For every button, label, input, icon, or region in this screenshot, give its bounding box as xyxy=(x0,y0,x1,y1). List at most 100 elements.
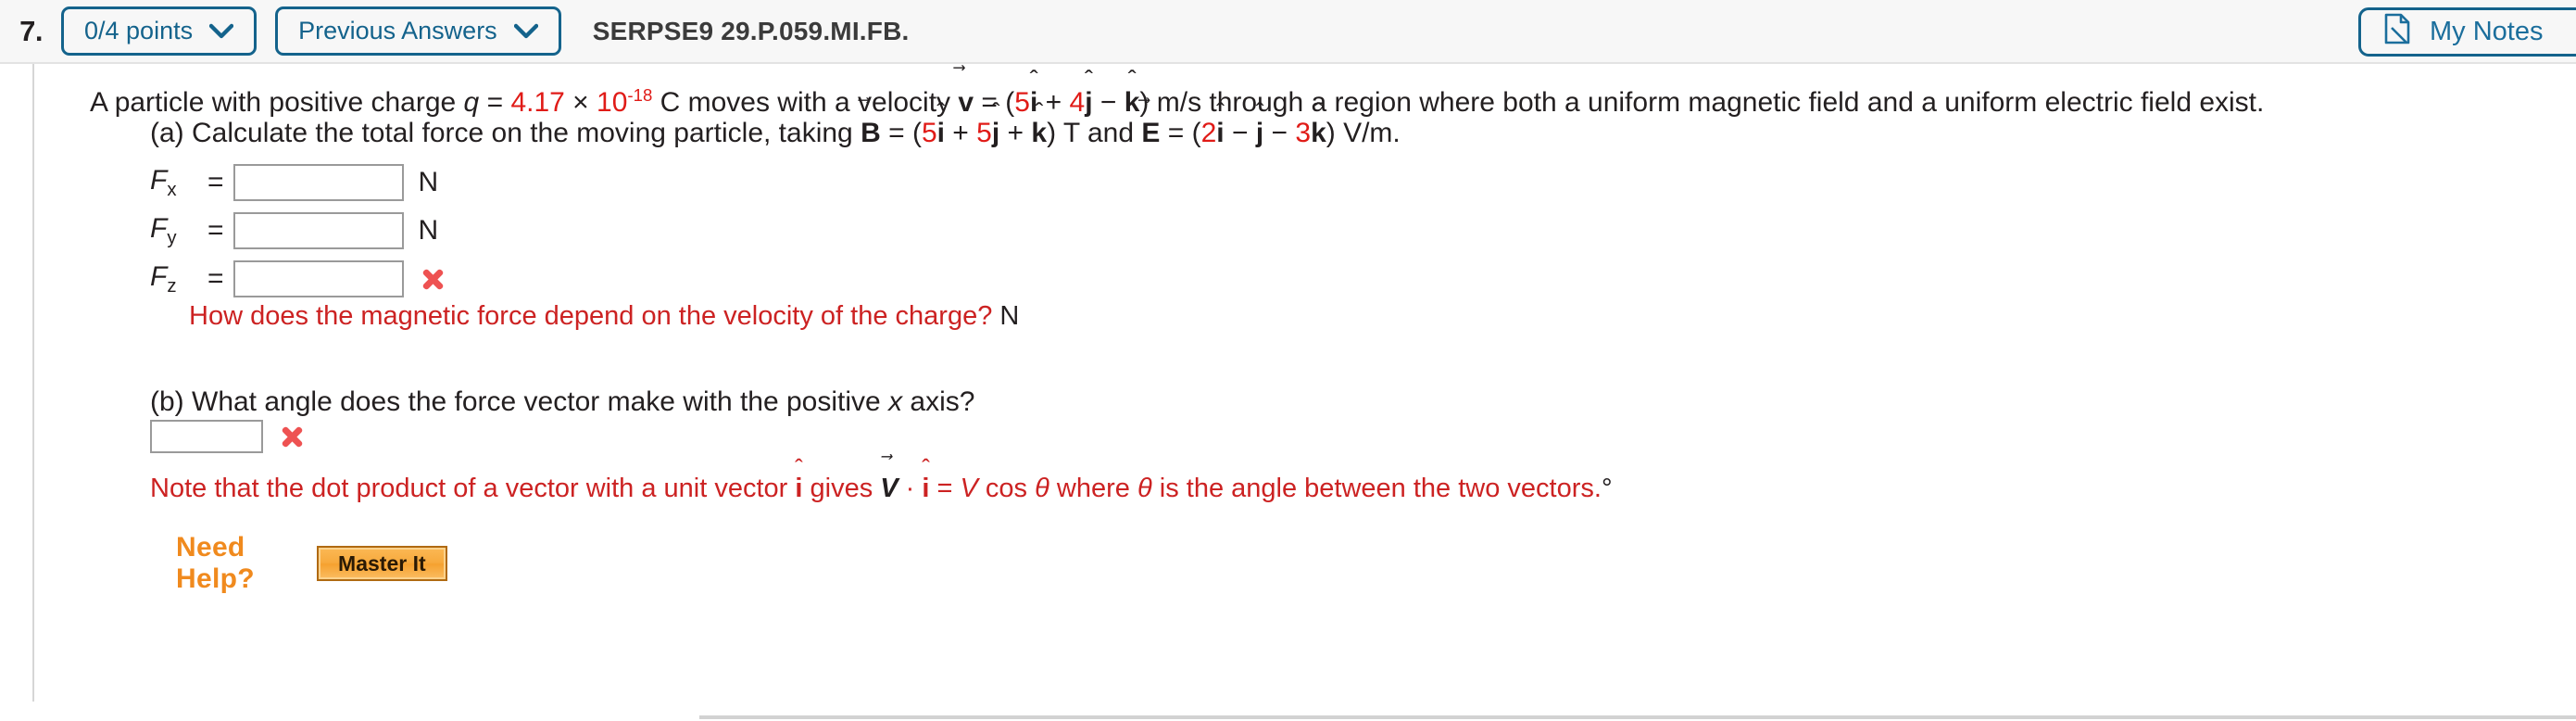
velocity-j-coefficient: 4 xyxy=(1069,87,1086,118)
master-it-button[interactable]: Master It xyxy=(316,546,447,581)
bottom-divider xyxy=(699,715,2576,719)
j-letter: j xyxy=(991,118,1000,148)
velocity-letter: v xyxy=(958,87,974,118)
part-b-note-theta-2: θ xyxy=(1137,474,1152,503)
fy-input[interactable] xyxy=(232,212,404,249)
part-a-question: (a) Calculate the total force on the mov… xyxy=(150,118,1401,149)
answer-row-angle xyxy=(150,420,306,453)
k-hat-icon: ̂k xyxy=(1125,85,1140,120)
fy-equals: = xyxy=(207,215,224,246)
answer-row-fz: Fz = xyxy=(150,260,446,297)
i-letter: i xyxy=(936,118,945,148)
points-dropdown-button[interactable]: 0/4 points xyxy=(61,6,258,56)
fy-unit: N xyxy=(418,215,439,246)
question-number: 7. xyxy=(19,14,43,47)
velocity-minus: − xyxy=(1092,87,1125,118)
stem-equals-1: = xyxy=(479,87,511,118)
fz-equals: = xyxy=(207,263,224,294)
stem-equals-2: = ( xyxy=(974,87,1015,118)
force-subscript: z xyxy=(167,275,177,297)
i-hat-icon: ̂i xyxy=(1030,85,1037,120)
magnetic-field-vector-symbol: ⃗B xyxy=(861,118,881,149)
part-b-note-equals: = xyxy=(929,474,961,503)
velocity-vector-symbol: ⃗v xyxy=(958,85,974,120)
note-page-icon xyxy=(2383,13,2411,52)
chevron-down-icon xyxy=(513,23,538,40)
E-tail-text: ) V/m. xyxy=(1326,118,1401,148)
stem-text-2: C moves with a velocity xyxy=(652,87,959,118)
E-i-coefficient: 2 xyxy=(1200,118,1217,148)
E-letter: E xyxy=(1141,118,1161,148)
i-hat-icon: ̂i xyxy=(937,118,945,149)
fx-input[interactable] xyxy=(232,164,404,201)
points-label: 0/4 points xyxy=(84,17,194,44)
part-a-feedback: How does the magnetic force depend on th… xyxy=(189,301,1019,332)
my-notes-label: My Notes xyxy=(2430,17,2544,46)
my-notes-button[interactable]: My Notes xyxy=(2358,7,2576,57)
k-hat-icon: ̂k xyxy=(1311,118,1326,149)
fy-label: Fy xyxy=(150,213,207,249)
part-b-label-post: axis? xyxy=(902,386,975,417)
charge-base: 10 xyxy=(597,87,628,118)
j-letter: j xyxy=(1255,118,1264,148)
part-b-note-V-magnitude: V xyxy=(960,474,978,503)
E-minus-2: − xyxy=(1263,118,1296,148)
i-hat-icon: ̂i xyxy=(1216,118,1224,149)
j-hat-icon: ̂j xyxy=(1256,118,1263,149)
fz-input[interactable] xyxy=(232,260,404,297)
question-header: 7. 0/4 points Previous Answers SERPSE9 2… xyxy=(0,0,2576,64)
incorrect-x-icon xyxy=(419,265,446,293)
force-letter: F xyxy=(150,212,168,244)
stem-text-1: A particle with positive charge xyxy=(90,87,464,118)
part-b-note-theta: θ xyxy=(1035,474,1049,503)
need-help-section: Need Help? Master It xyxy=(176,532,447,595)
E-k-coefficient: 3 xyxy=(1295,118,1312,148)
charge-mantissa: 4.17 xyxy=(510,87,565,118)
stem-text-3: ) m/s through a region where both a unif… xyxy=(1139,87,2265,118)
j-hat-icon: ̂j xyxy=(1085,85,1092,120)
part-b-note-tail: is the angle between the two vectors. xyxy=(1151,474,1602,503)
force-subscript: y xyxy=(167,227,177,248)
charge-variable: q xyxy=(463,87,480,118)
need-help-label: Need Help? xyxy=(176,532,255,594)
k-hat-icon: ̂k xyxy=(1031,118,1047,149)
part-a-equals-B: = ( xyxy=(880,118,922,148)
k-letter: k xyxy=(1031,118,1048,148)
part-b-axis-variable: x xyxy=(888,386,903,417)
B-j-coefficient: 5 xyxy=(976,118,992,148)
i-letter: i xyxy=(1029,87,1038,118)
fx-unit: N xyxy=(418,167,439,197)
B-tail-text: ) T and xyxy=(1047,118,1142,148)
velocity-plus: + xyxy=(1037,87,1070,118)
B-i-coefficient: 5 xyxy=(921,118,937,148)
V-vector-symbol: ⃗V xyxy=(880,474,898,504)
i-hat-icon: ̂i xyxy=(922,474,929,504)
part-a-label: (a) Calculate the total force on the mov… xyxy=(150,118,861,148)
question-body: A particle with positive charge q = 4.17… xyxy=(32,64,2576,702)
part-a-feedback-unit: N xyxy=(992,301,1020,331)
fx-equals: = xyxy=(207,167,224,197)
k-letter: k xyxy=(1311,118,1326,148)
part-b-feedback: Note that the dot product of a vector wi… xyxy=(150,474,1613,504)
degree-unit: ° xyxy=(1601,474,1613,503)
part-b-note-cos: cos xyxy=(977,474,1036,503)
incorrect-x-icon xyxy=(278,423,306,450)
j-letter: j xyxy=(1085,87,1093,118)
previous-answers-dropdown-button[interactable]: Previous Answers xyxy=(275,6,561,56)
force-letter: F xyxy=(150,260,168,292)
i-hat-icon: ̂i xyxy=(795,474,802,504)
part-b-note-dot: · xyxy=(898,474,923,503)
V-letter: V xyxy=(880,474,898,503)
B-plus-1: + xyxy=(944,118,977,148)
master-it-label: Master It xyxy=(338,550,426,576)
part-b-label-pre: (b) What angle does the force vector mak… xyxy=(150,386,889,417)
B-plus-2: + xyxy=(999,118,1032,148)
part-a-equals-E: = ( xyxy=(1160,118,1201,148)
angle-input[interactable] xyxy=(150,420,263,453)
force-subscript: x xyxy=(167,179,177,200)
chevron-down-icon xyxy=(208,23,234,40)
previous-answers-label: Previous Answers xyxy=(298,17,497,44)
E-minus-1: − xyxy=(1224,118,1256,148)
answer-row-fx: Fx = N xyxy=(150,164,438,201)
problem-statement: A particle with positive charge q = 4.17… xyxy=(90,85,2264,120)
